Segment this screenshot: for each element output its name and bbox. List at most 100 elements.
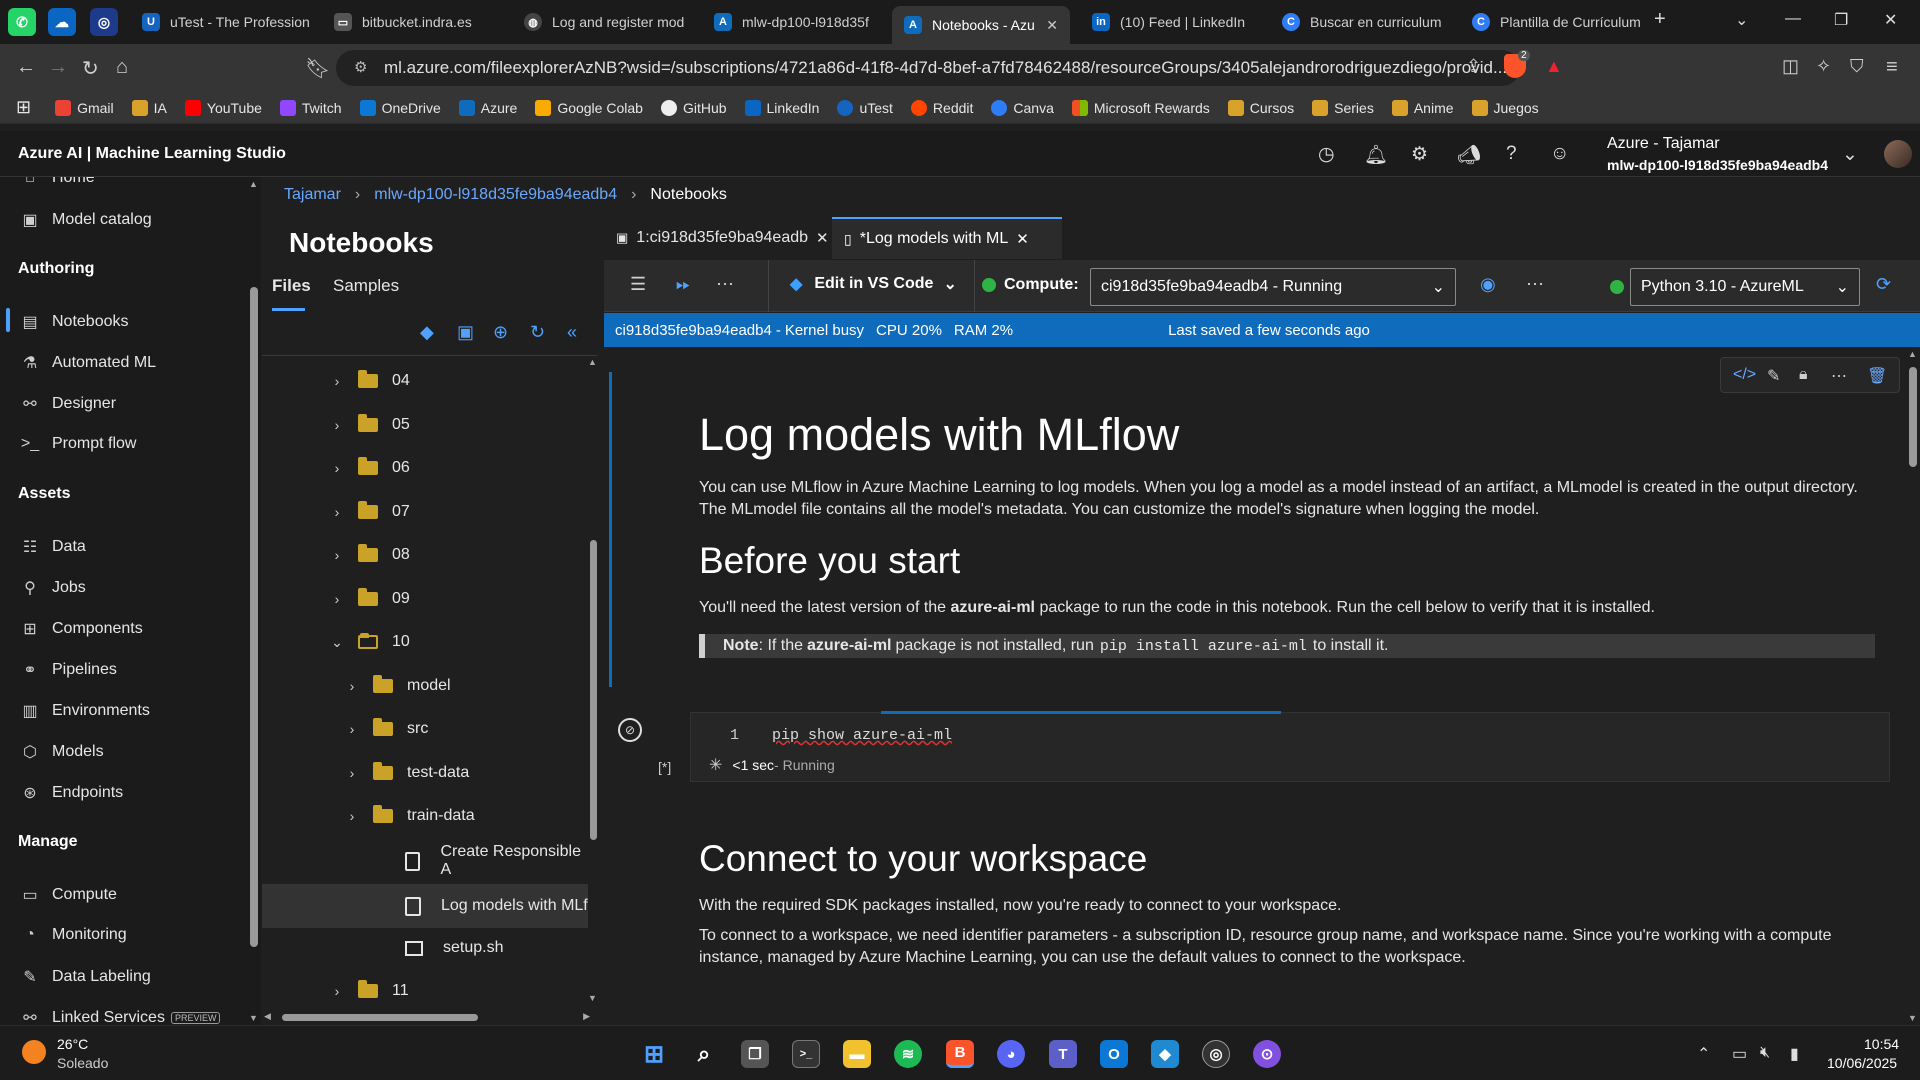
content-scrollbar-thumb[interactable] (1909, 367, 1917, 467)
nav-scrollbar[interactable]: ▲ ▼ (247, 177, 261, 1025)
compute-more-options-icon[interactable]: ⋯ (1526, 274, 1544, 295)
bookmark-twitch[interactable]: Twitch (279, 99, 342, 116)
vscode-icon[interactable]: ◆ (1151, 1040, 1179, 1068)
history-icon[interactable]: ◷ (1318, 143, 1335, 166)
account-name[interactable]: Azure - Tajamar (1607, 135, 1720, 153)
bookmark-linkedin[interactable]: LinkedIn (744, 99, 819, 116)
workspace-dropdown-icon[interactable]: ⌄ (1842, 143, 1858, 166)
terminal-icon[interactable]: ▣ (457, 322, 474, 343)
apps-grid-icon[interactable]: ⊞ (16, 97, 31, 118)
breadcrumb-root[interactable]: Tajamar (284, 186, 341, 204)
back-icon[interactable]: ← (16, 56, 36, 79)
tree-scrollbar[interactable]: ▲ ▼ (587, 355, 599, 1005)
bookmark-youtube[interactable]: YouTube (184, 99, 262, 116)
nav-designer[interactable]: ⚯ Designer (20, 394, 116, 414)
edit-pencil-icon[interactable]: ✎ (1767, 366, 1780, 386)
code-cell[interactable]: 1 pip show azure-ai-ml ✳ <1 sec - Runnin… (690, 711, 1890, 782)
teams-icon[interactable]: T (1049, 1040, 1077, 1068)
bookmark-ia[interactable]: IA (131, 99, 167, 116)
scroll-down-arrow-icon[interactable]: ▼ (588, 993, 597, 1003)
url-field[interactable]: ⚙ ml.azure.com/fileexplorerAzNB?wsid=/su… (336, 50, 1520, 86)
help-icon[interactable]: ? (1506, 143, 1517, 165)
home-icon[interactable]: ⌂ (116, 56, 128, 79)
bookmark-juegos[interactable]: Juegos (1471, 99, 1539, 116)
scroll-down-arrow-icon[interactable]: ▼ (249, 1013, 258, 1023)
content-scrollbar[interactable]: ▲ ▼ (1906, 347, 1920, 1025)
editor-tab-terminal[interactable]: ▣ 1:ci918d35fe9ba94eadb ✕ (604, 217, 832, 259)
tree-file-setup-sh[interactable]: setup.sh (262, 926, 588, 970)
clock-date[interactable]: 10/06/2025 (1827, 1055, 1897, 1071)
tree-folder-09[interactable]: › 09 (262, 577, 588, 621)
close-tab-icon[interactable]: ✕ (1038, 17, 1058, 34)
browser-tab-bitbucket[interactable]: ▭ bitbucket.indra.es (322, 6, 512, 38)
scroll-down-arrow-icon[interactable]: ▼ (1908, 1013, 1917, 1023)
nav-environments[interactable]: ▥ Environments (20, 701, 149, 721)
share-icon[interactable]: ⇪ (1466, 56, 1481, 77)
weather-temp[interactable]: 26°C (57, 1036, 88, 1052)
brave-shield-icon[interactable]: 2 (1504, 50, 1530, 84)
discord-icon[interactable]: ◕ (997, 1040, 1025, 1068)
notifications-icon[interactable]: 🔔︎ (1364, 143, 1388, 167)
whatsapp-pinned-tab[interactable]: ✆ (8, 8, 36, 36)
bookmark-google-colab[interactable]: Google Colab (535, 99, 643, 116)
nav-home[interactable]: ⌂ Home (20, 177, 95, 187)
spotify-icon[interactable]: ≋ (894, 1040, 922, 1068)
tab-files[interactable]: Files (272, 276, 311, 296)
bookmark-anime[interactable]: Anime (1391, 99, 1454, 116)
code-toggle-icon[interactable]: </> (1733, 366, 1756, 384)
workspace-name[interactable]: mlw-dp100-l918d35fe9ba94eadb4 (1607, 157, 1828, 173)
editor-tab-notebook[interactable]: ▯ *Log models with ML ✕ (832, 217, 1062, 259)
app-title[interactable]: Azure AI | Machine Learning Studio (18, 145, 286, 163)
nav-automated-ml[interactable]: ⚗ Automated ML (20, 353, 156, 373)
nav-endpoints[interactable]: ⊛ Endpoints (20, 783, 123, 803)
network-icon[interactable]: ▭ (1732, 1044, 1747, 1064)
browser-tab-plantilla[interactable]: C Plantilla de Currículum (1460, 6, 1650, 38)
browser-tab-notebooks[interactable]: A Notebooks - Azu ✕ (892, 6, 1070, 44)
terminal-icon[interactable]: >_ (792, 1040, 820, 1068)
tree-folder-model[interactable]: › model (262, 664, 588, 708)
close-window-icon[interactable]: ✕ (1884, 10, 1897, 30)
bookmark-canva[interactable]: Canva (991, 99, 1054, 116)
close-icon[interactable]: ✕ (816, 229, 829, 247)
browser-tab-linkedin[interactable]: in (10) Feed | LinkedIn (1080, 6, 1270, 38)
tree-file-create-responsible-ai[interactable]: Create Responsible A (262, 839, 588, 883)
reload-icon[interactable]: ↻ (82, 56, 99, 81)
tree-folder-10[interactable]: ⌄ 10 (262, 620, 588, 664)
compute-select[interactable]: ci918d35fe9ba94eadb4 - Running ⌄ (1090, 268, 1456, 306)
scroll-up-arrow-icon[interactable]: ▲ (1908, 349, 1917, 359)
tree-file-log-models[interactable]: Log models with MLf (262, 884, 588, 928)
menu-hamburger-icon[interactable]: ☰ (630, 274, 646, 295)
brave-browser-icon[interactable]: B (946, 1040, 974, 1068)
bookmark-github[interactable]: GitHub (660, 99, 727, 116)
feedback-smiley-icon[interactable]: ☺ (1550, 143, 1569, 165)
vscode-icon[interactable]: ◆ (420, 322, 434, 343)
weather-sun-icon[interactable] (22, 1040, 46, 1064)
tab-search-icon[interactable]: ⌄ (1735, 10, 1748, 30)
outlook-icon[interactable]: O (1100, 1040, 1128, 1068)
tree-folder-src[interactable]: › src (262, 707, 588, 751)
more-options-icon[interactable]: ⋯ (1831, 366, 1847, 386)
brave-rewards-icon[interactable]: ▲ (1545, 56, 1563, 77)
sidebar-icon[interactable]: ◫ (1782, 56, 1799, 77)
tree-folder-05[interactable]: › 05 (262, 403, 588, 447)
vpn-icon[interactable]: ⛉ (1850, 56, 1864, 77)
stop-compute-icon[interactable]: ◉ (1480, 274, 1496, 295)
nav-data[interactable]: ☷ Data (20, 537, 86, 557)
bookmark-azure[interactable]: Azure (458, 99, 517, 116)
bookmark-gmail[interactable]: Gmail (55, 99, 114, 116)
tree-folder-test-data[interactable]: › test-data (262, 751, 588, 795)
horizontal-scrollbar-thumb[interactable] (282, 1014, 478, 1021)
browser-tab-utest[interactable]: U uTest - The Profession (130, 6, 320, 38)
windows-start-icon[interactable]: ⊞ (640, 1040, 668, 1068)
scroll-up-arrow-icon[interactable]: ▲ (249, 179, 258, 189)
onedrive-pinned-tab[interactable]: ☁ (48, 8, 76, 36)
weather-desc[interactable]: Soleado (57, 1055, 108, 1071)
obs-icon[interactable]: ◎ (1202, 1040, 1230, 1068)
volume-muted-icon[interactable]: 🔇︎ (1760, 1044, 1770, 1062)
site-settings-icon[interactable]: ⚙ (354, 58, 367, 76)
task-view-icon[interactable]: ❐ (741, 1040, 769, 1068)
nav-components[interactable]: ⊞ Components (20, 619, 142, 639)
nav-compute[interactable]: ▭ Compute (20, 885, 116, 905)
restore-icon[interactable]: ❐ (1834, 10, 1848, 30)
bookmark-cursos[interactable]: Cursos (1227, 99, 1294, 116)
